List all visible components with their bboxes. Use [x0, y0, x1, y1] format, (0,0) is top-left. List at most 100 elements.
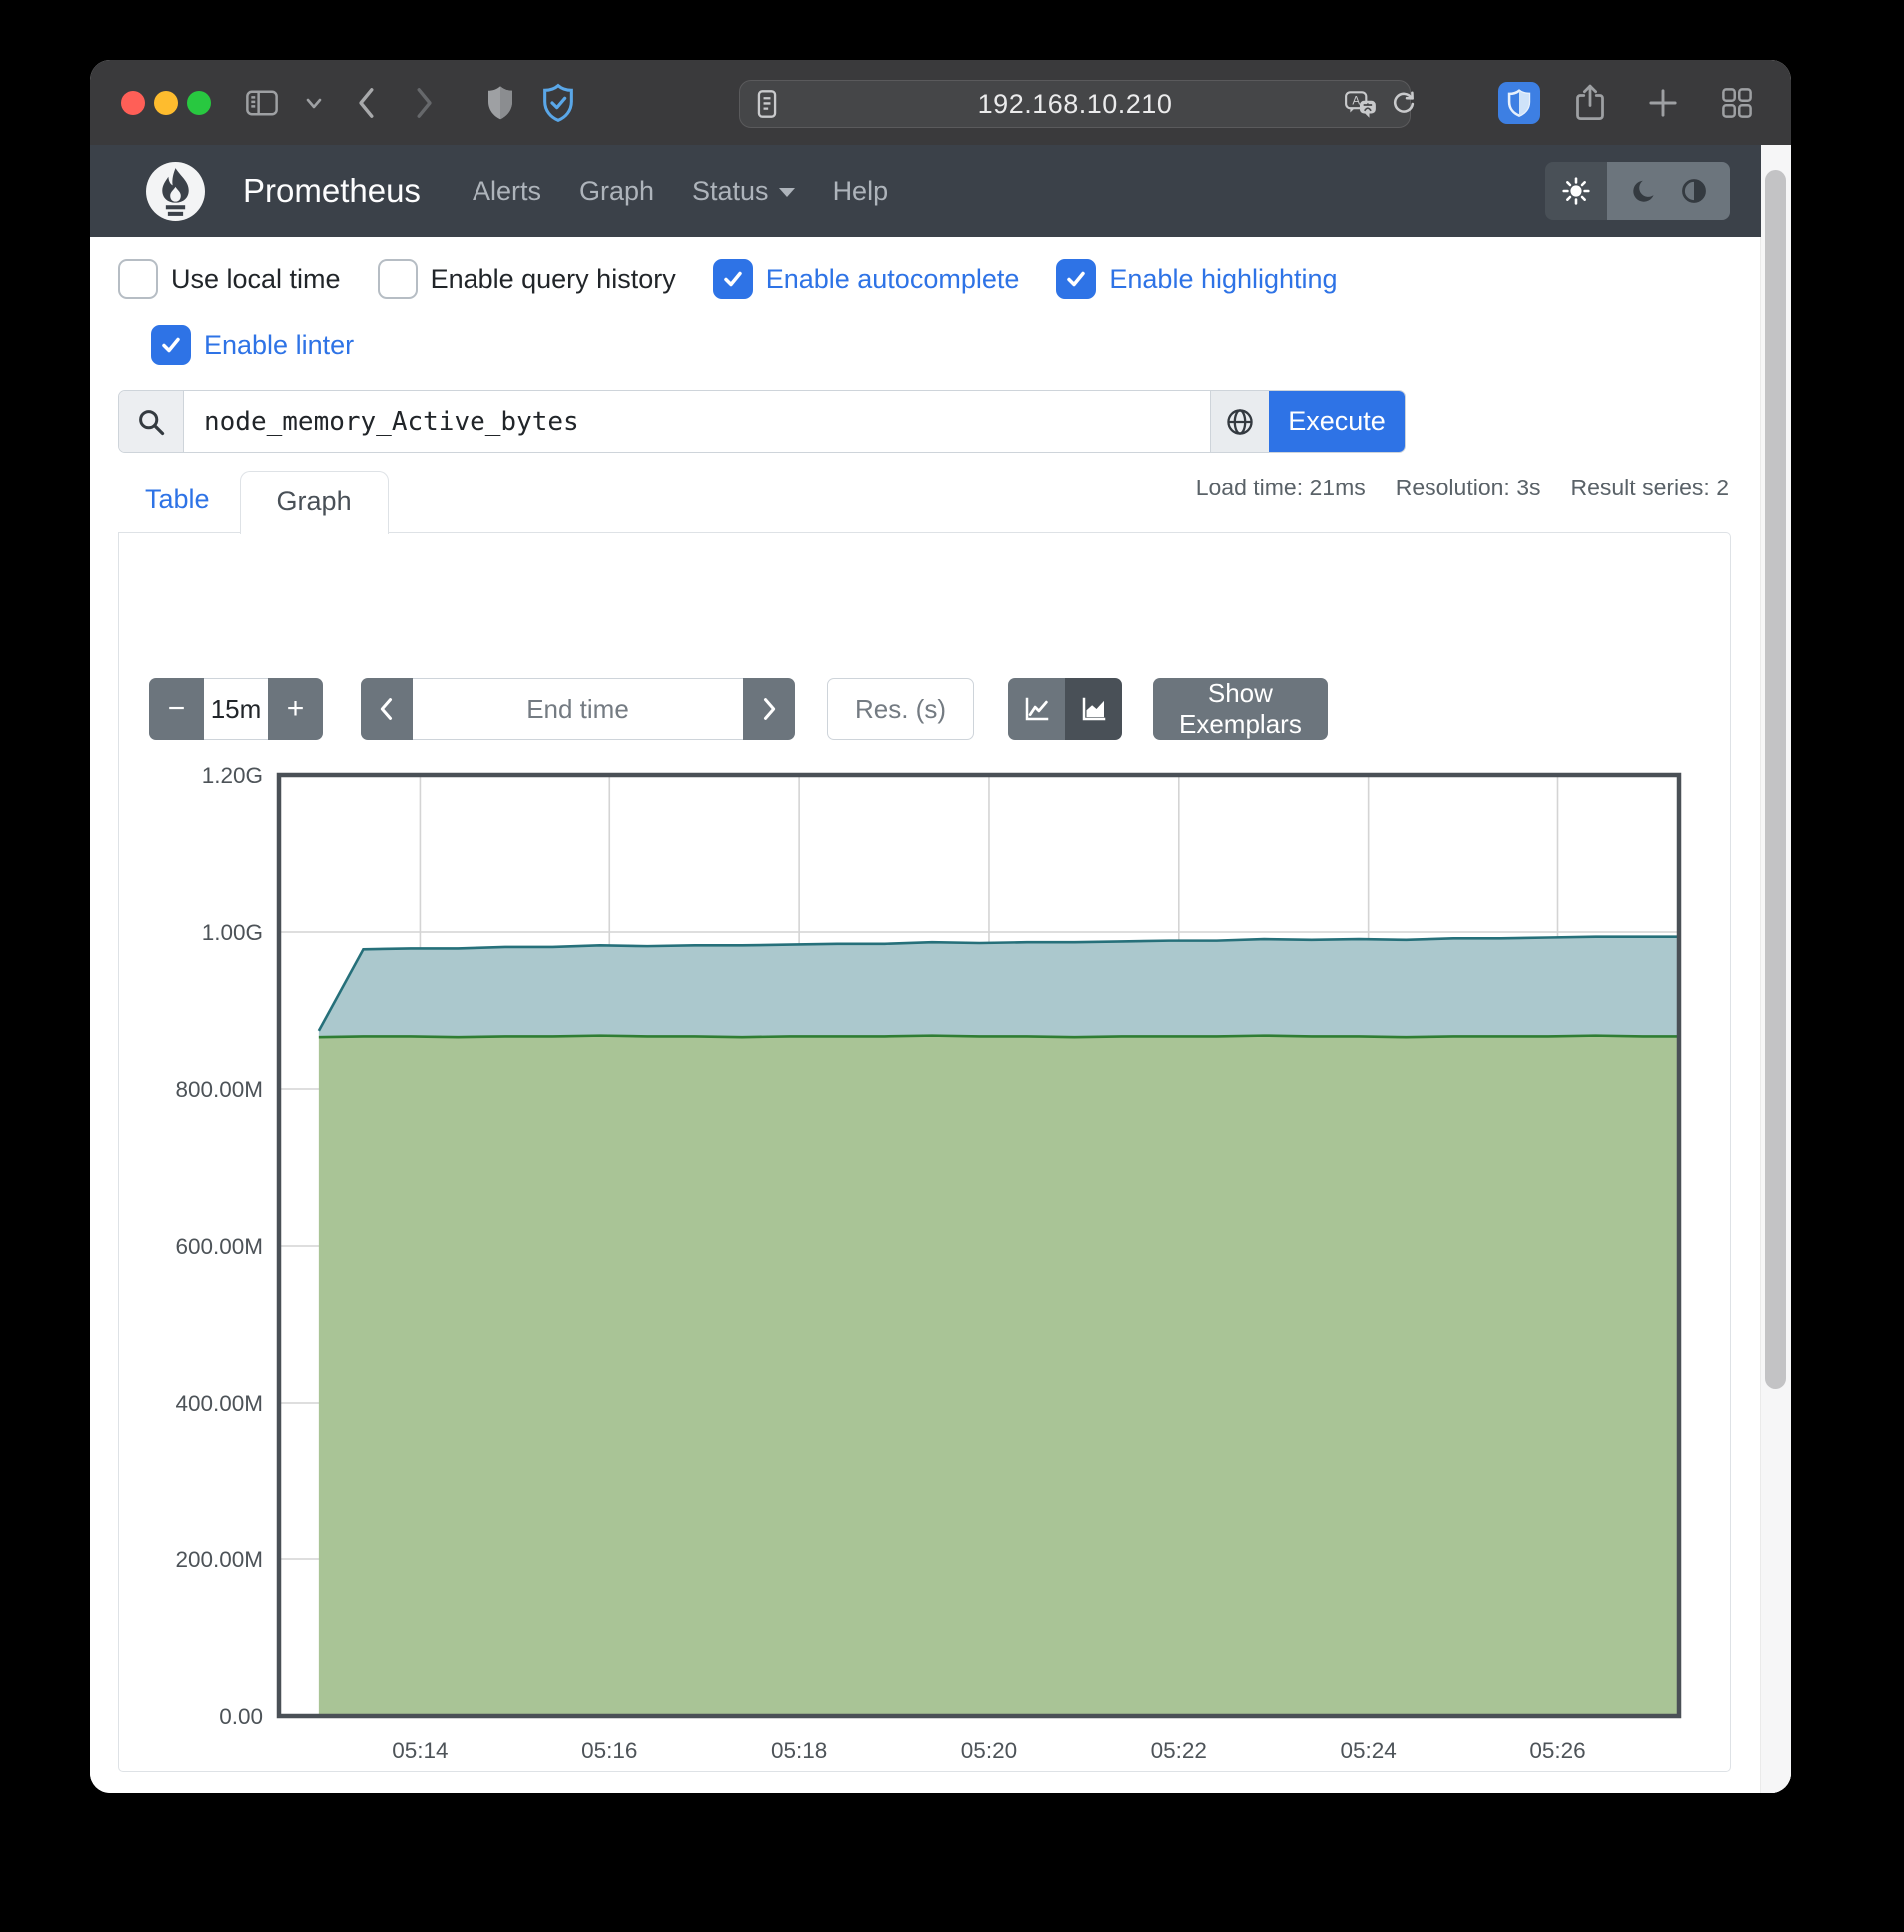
svg-text:600.00M: 600.00M [175, 1234, 263, 1259]
svg-text:200.00M: 200.00M [175, 1547, 263, 1572]
metrics-explorer-addon[interactable] [1210, 391, 1269, 452]
option-label: Enable linter [204, 330, 354, 361]
check-icon [160, 334, 182, 356]
svg-text:05:22: 05:22 [1151, 1738, 1207, 1763]
option-label: Enable query history [431, 264, 676, 295]
end-time-control [361, 678, 795, 740]
scrollbar-thumb[interactable] [1765, 170, 1786, 1389]
sidebar-icon[interactable] [243, 84, 281, 122]
svg-text:400.00M: 400.00M [175, 1391, 263, 1416]
result-series: Result series: 2 [1570, 475, 1729, 501]
stacked-chart-icon [1079, 694, 1109, 724]
svg-text:800.00M: 800.00M [175, 1077, 263, 1102]
chart-type-toggle [1008, 678, 1122, 740]
light-theme-button[interactable] [1545, 162, 1607, 220]
sun-icon [1561, 176, 1591, 206]
globe-icon [1225, 407, 1255, 437]
time-forward-button[interactable] [743, 678, 795, 740]
close-window-button[interactable] [121, 91, 145, 115]
option-label: Enable autocomplete [766, 264, 1020, 295]
nav-item-help[interactable]: Help [833, 176, 889, 207]
page-content: Prometheus Alerts Graph Status Help Use … [90, 145, 1791, 1793]
option-enable-query-history[interactable]: Enable query history [378, 259, 676, 299]
tab-graph[interactable]: Graph [240, 471, 389, 534]
range-control: − + [149, 678, 323, 740]
share-icon[interactable] [1571, 84, 1609, 122]
theme-toggle-right [1607, 162, 1730, 220]
nav-item-alerts[interactable]: Alerts [473, 176, 541, 207]
tab-table[interactable]: Table [118, 484, 240, 533]
tab-overview-icon[interactable] [1718, 84, 1756, 122]
option-enable-highlighting[interactable]: Enable highlighting [1056, 259, 1337, 299]
resolution-input[interactable] [827, 678, 974, 740]
checkbox-enable-autocomplete[interactable] [713, 259, 753, 299]
window-scrollbar[interactable] [1760, 145, 1791, 1793]
dark-theme-moon-icon[interactable] [1630, 177, 1658, 205]
svg-text:05:14: 05:14 [392, 1738, 448, 1763]
svg-text:1.20G: 1.20G [202, 763, 263, 788]
nav-item-status[interactable]: Status [692, 176, 795, 207]
load-time: Load time: 21ms [1196, 475, 1366, 501]
check-icon [722, 268, 744, 290]
range-input[interactable] [204, 678, 268, 740]
svg-text:A: A [1352, 94, 1360, 107]
prometheus-navbar: Prometheus Alerts Graph Status Help [90, 145, 1761, 237]
minimize-window-button[interactable] [154, 91, 178, 115]
address-bar[interactable]: 192.168.10.210 A [739, 80, 1411, 128]
end-time-input[interactable] [413, 678, 743, 740]
chevron-down-icon[interactable] [295, 84, 333, 122]
check-icon [1065, 268, 1087, 290]
option-label: Use local time [171, 264, 341, 295]
url-text[interactable]: 192.168.10.210 [740, 89, 1410, 120]
svg-text:05:24: 05:24 [1340, 1738, 1396, 1763]
options-row-2: Enable linter [151, 325, 354, 365]
search-addon [119, 391, 184, 452]
back-button[interactable] [348, 84, 386, 122]
caret-down-icon [779, 188, 795, 197]
new-tab-icon[interactable] [1644, 84, 1682, 122]
nav-item-graph[interactable]: Graph [579, 176, 654, 207]
checkbox-enable-linter[interactable] [151, 325, 191, 365]
verified-shield-icon[interactable] [539, 84, 577, 122]
password-extension-icon[interactable] [1498, 82, 1540, 124]
range-increase-button[interactable]: + [268, 678, 323, 740]
zoom-window-button[interactable] [187, 91, 211, 115]
option-enable-linter[interactable]: Enable linter [151, 325, 354, 365]
resolution: Resolution: 3s [1396, 475, 1541, 501]
options-row-1: Use local time Enable query history Enab… [118, 259, 1338, 299]
line-chart-icon [1022, 694, 1052, 724]
theme-toggle-group [1545, 162, 1730, 220]
svg-text:05:26: 05:26 [1529, 1738, 1585, 1763]
query-stats: Load time: 21ms Resolution: 3s Result se… [1196, 475, 1729, 501]
forward-button[interactable] [405, 84, 443, 122]
svg-text:0.00: 0.00 [219, 1704, 263, 1729]
memory-usage-chart[interactable]: 0.00 200.00M 400.00M 600.00M 800.00M 1.00G 1.2… [119, 748, 1730, 1771]
brand-title[interactable]: Prometheus [243, 172, 421, 210]
query-input-group: Execute [118, 390, 1406, 453]
checkbox-use-local-time[interactable] [118, 259, 158, 299]
checkbox-enable-query-history[interactable] [378, 259, 418, 299]
stacked-chart-button[interactable] [1065, 678, 1122, 740]
auto-theme-contrast-icon[interactable] [1680, 177, 1708, 205]
svg-text:05:16: 05:16 [581, 1738, 637, 1763]
svg-text:05:18: 05:18 [771, 1738, 827, 1763]
privacy-shield-icon[interactable] [481, 84, 519, 122]
option-label: Enable highlighting [1109, 264, 1337, 295]
option-use-local-time[interactable]: Use local time [118, 259, 341, 299]
query-expression-input[interactable] [184, 391, 1210, 452]
show-exemplars-button[interactable]: Show Exemplars [1153, 678, 1328, 740]
time-back-button[interactable] [361, 678, 413, 740]
result-tabs: Table Graph [118, 470, 389, 533]
line-chart-button[interactable] [1008, 678, 1065, 740]
svg-text:05:20: 05:20 [961, 1738, 1017, 1763]
execute-button[interactable]: Execute [1269, 391, 1405, 452]
browser-toolbar: 192.168.10.210 A [90, 60, 1791, 146]
graph-panel: − + Show Exemp [118, 532, 1731, 1772]
search-icon [136, 407, 166, 437]
range-decrease-button[interactable]: − [149, 678, 204, 740]
browser-window: 192.168.10.210 A [90, 60, 1791, 1793]
checkbox-enable-highlighting[interactable] [1056, 259, 1096, 299]
option-enable-autocomplete[interactable]: Enable autocomplete [713, 259, 1020, 299]
svg-text:1.00G: 1.00G [202, 920, 263, 945]
prometheus-logo-icon[interactable] [145, 161, 206, 222]
